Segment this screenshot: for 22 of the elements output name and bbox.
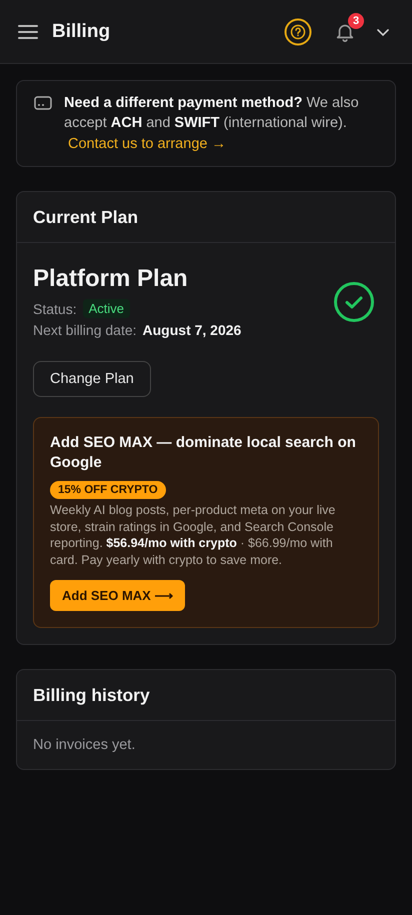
upsell-title: Add SEO MAX — dominate local search on Google xyxy=(50,433,357,473)
menu-icon[interactable] xyxy=(18,24,38,40)
status-pill: Active xyxy=(82,299,130,318)
credit-card-icon xyxy=(34,96,52,110)
change-plan-button[interactable]: Change Plan xyxy=(33,361,151,397)
notice-text: Need a different payment method? We also accept ACH and SWIFT (international wire). xyxy=(64,94,360,133)
billing-date-label: Next billing date: xyxy=(33,322,137,338)
help-icon[interactable] xyxy=(284,18,312,46)
empty-message: No invoices yet. xyxy=(33,737,136,753)
card-heading: Billing history xyxy=(33,685,150,705)
status-label: Status: xyxy=(33,300,77,316)
page-title: Billing xyxy=(52,20,110,42)
chevron-down-icon[interactable] xyxy=(376,26,390,36)
card-heading: Current Plan xyxy=(33,207,138,227)
contact-link[interactable]: Contact us to arrange → xyxy=(64,134,226,154)
discount-badge: 15% OFF CRYPTO xyxy=(50,481,166,499)
check-circle-icon xyxy=(333,280,375,322)
notification-badge: 3 xyxy=(348,12,364,28)
add-seo-max-button[interactable]: Add SEO MAX ⟶ xyxy=(50,580,186,611)
upsell-description: Weekly AI blog posts, per-product meta on your live store, strain ratings in Google, and Search Console reporting. $56.94/mo with crypto · $66.99/mo with card. Pay yearly with crypto to save more. xyxy=(50,502,336,568)
billing-date: August 7, 2026 xyxy=(142,322,242,338)
plan-name: Platform Plan xyxy=(33,265,189,293)
